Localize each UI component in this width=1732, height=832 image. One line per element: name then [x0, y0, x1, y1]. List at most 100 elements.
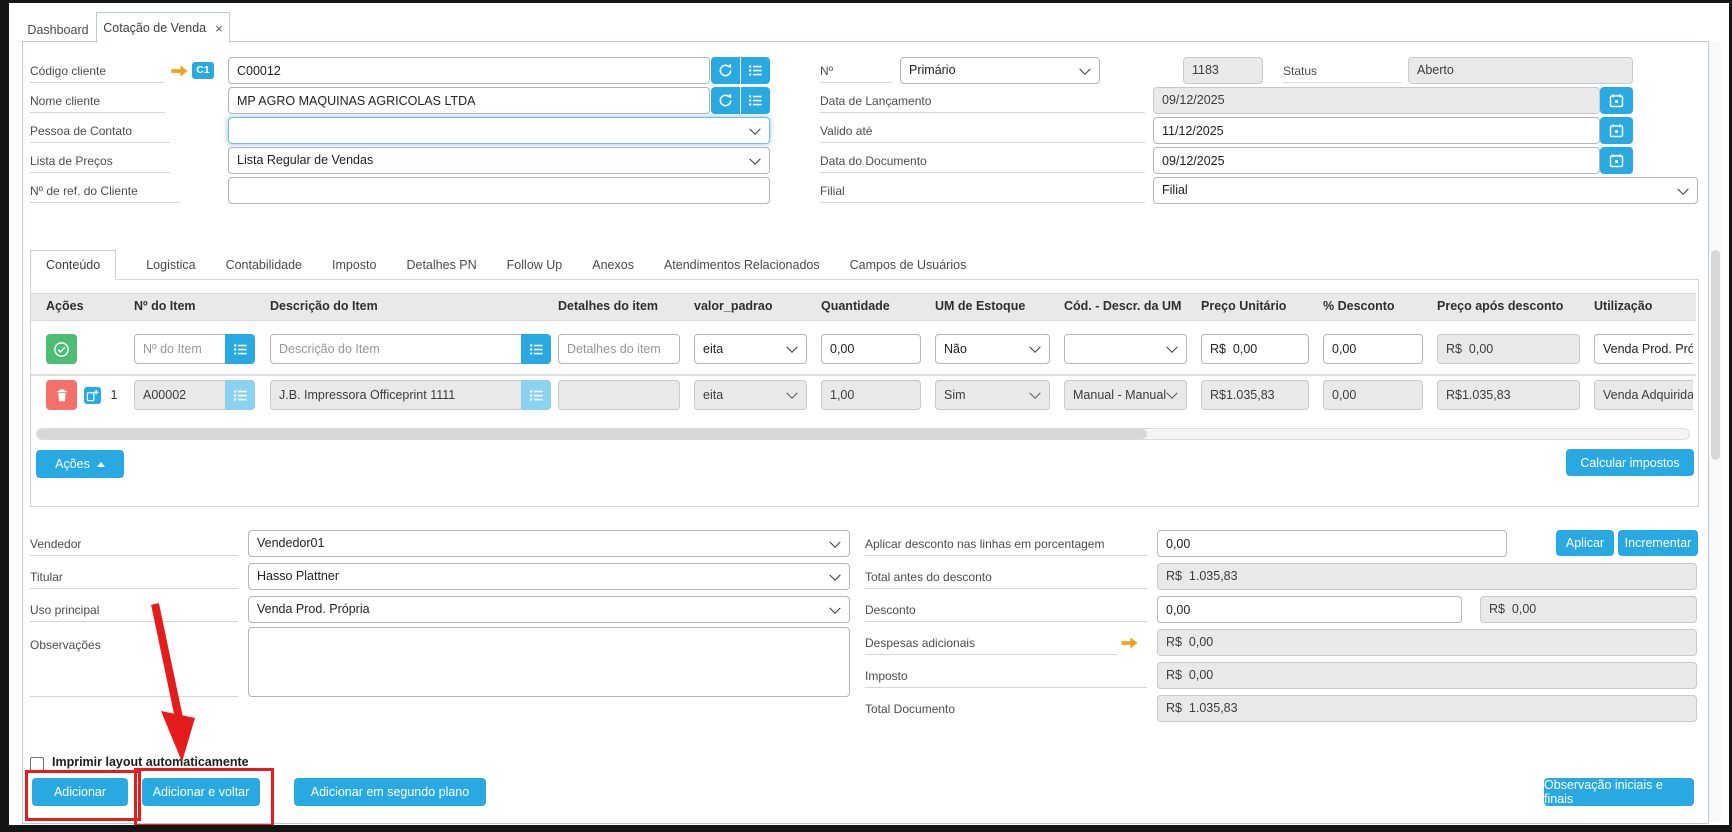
observacoes-textarea[interactable]	[248, 627, 850, 697]
tab-atendimentos-relacionados[interactable]: Atendimentos Relacionados	[664, 258, 820, 272]
entry-perc-desconto-input[interactable]	[1323, 334, 1423, 364]
ref-cliente-input[interactable]	[228, 177, 770, 204]
observacao-iniciais-finais-label: Observação iniciais e finais	[1544, 778, 1694, 806]
customer-badge: C1	[192, 62, 214, 79]
codigo-cliente-input[interactable]	[228, 57, 710, 84]
delete-row-button[interactable]	[46, 380, 77, 410]
entry-valor-padrao-select[interactable]: eita	[694, 334, 807, 364]
tab-cotacao-de-venda[interactable]: Cotação de Venda ×	[96, 12, 230, 43]
aplicar-desconto-label: Aplicar desconto nas linhas em porcentag…	[865, 534, 1147, 556]
acoes-button[interactable]: Ações	[36, 450, 124, 478]
entry-descricao-list-button[interactable]	[521, 334, 551, 364]
codigo-refresh-button[interactable]	[711, 57, 740, 84]
incrementar-button[interactable]: Incrementar	[1618, 530, 1698, 556]
list-icon	[748, 63, 763, 78]
row1-descricao-list-button[interactable]	[521, 380, 551, 410]
total-antes-field: R$ 1.035,83	[1157, 563, 1697, 590]
entry-descricao-input[interactable]	[270, 334, 522, 364]
filial-select[interactable]: Filial	[1153, 177, 1698, 204]
page-vertical-scrollbar-thumb[interactable]	[1711, 250, 1720, 460]
tab-contabilidade[interactable]: Contabilidade	[226, 258, 302, 272]
tab-detalhes-pn[interactable]: Detalhes PN	[406, 258, 476, 272]
valido-ate-input[interactable]	[1153, 117, 1600, 144]
entry-utilizacao-select[interactable]: Venda Prod. Própria	[1594, 334, 1693, 364]
entry-um-estoque-value: Não	[944, 342, 967, 356]
chevron-down-icon	[829, 569, 840, 580]
col-detalhes: Detalhes do item	[558, 293, 658, 319]
entry-item-list-button[interactable]	[225, 334, 255, 364]
codigo-cliente-label: Código cliente	[30, 61, 165, 83]
despesas-label: Despesas adicionais	[865, 633, 1117, 655]
refresh-icon	[718, 63, 733, 78]
calcular-impostos-button[interactable]: Calcular impostos	[1566, 449, 1694, 476]
total-documento-label: Total Documento	[865, 699, 1147, 721]
data-lancamento-label: Data de Lançamento	[820, 91, 1145, 113]
list-icon	[529, 342, 544, 357]
imposto-field: R$ 0,00	[1157, 662, 1697, 689]
entry-quantidade-input[interactable]	[821, 334, 921, 364]
data-lancamento-calendar-button[interactable]	[1600, 87, 1633, 114]
tab-dashboard[interactable]: Dashboard	[20, 18, 96, 42]
pessoa-contato-select[interactable]	[228, 117, 770, 144]
row1-preco-apos-field: R$1.035,83	[1437, 380, 1580, 410]
data-documento-input[interactable]	[1153, 147, 1600, 174]
nome-list-button[interactable]	[741, 87, 770, 114]
titular-label: Titular	[30, 567, 238, 589]
codigo-list-button[interactable]	[741, 57, 770, 84]
entry-um-estoque-select[interactable]: Não	[935, 334, 1050, 364]
imprimir-layout-checkbox[interactable]	[30, 757, 44, 771]
tab-campos-de-usuarios[interactable]: Campos de Usuários	[850, 258, 967, 272]
table-horizontal-scrollbar-thumb[interactable]	[37, 429, 1147, 439]
tab-conteudo[interactable]: Conteúdo	[30, 250, 116, 280]
row-divider	[31, 374, 1696, 376]
col-valor-padrao: valor_padrao	[694, 293, 773, 319]
list-icon	[529, 388, 544, 403]
observacao-iniciais-finais-button[interactable]: Observação iniciais e finais	[1544, 778, 1694, 806]
row1-valor-padrao-select: eita	[694, 380, 807, 410]
row1-preco-unitario-field: R$1.035,83	[1201, 380, 1309, 410]
col-perc-desconto: % Desconto	[1323, 293, 1395, 319]
caret-up-icon	[97, 462, 105, 467]
desconto-perc-input[interactable]	[1157, 596, 1462, 623]
link-arrow-icon[interactable]	[1120, 636, 1139, 650]
acoes-button-label: Ações	[55, 457, 90, 471]
row1-item-list-button[interactable]	[225, 380, 255, 410]
entry-item-input[interactable]	[134, 334, 226, 364]
entry-cod-um-select[interactable]	[1064, 334, 1187, 364]
numero-tipo-value: Primário	[909, 63, 956, 77]
vendedor-select[interactable]: Vendedor01	[248, 530, 850, 557]
lista-precos-select[interactable]: Lista Regular de Vendas	[228, 147, 770, 174]
nome-cliente-input[interactable]	[228, 87, 710, 114]
duplicate-row-button[interactable]	[84, 387, 101, 404]
imposto-label: Imposto	[865, 666, 1147, 688]
numero-tipo-select[interactable]: Primário	[900, 57, 1100, 84]
tab-logistica[interactable]: Logistica	[146, 258, 195, 272]
aplicar-button[interactable]: Aplicar	[1556, 530, 1614, 556]
confirm-row-button[interactable]	[46, 334, 77, 364]
entry-valor-padrao-value: eita	[703, 342, 723, 356]
nome-refresh-button[interactable]	[711, 87, 740, 114]
titular-select[interactable]: Hasso Plattner	[248, 563, 850, 590]
adicionar-segundo-plano-button[interactable]: Adicionar em segundo plano	[294, 778, 486, 806]
data-documento-calendar-button[interactable]	[1600, 147, 1633, 174]
trash-icon	[55, 388, 69, 403]
nome-cliente-label: Nome cliente	[30, 91, 165, 113]
row1-quantidade-field: 1,00	[821, 380, 921, 410]
uso-principal-select[interactable]: Venda Prod. Própria	[248, 596, 850, 623]
check-circle-icon	[53, 341, 70, 358]
total-antes-label: Total antes do desconto	[865, 567, 1147, 589]
aplicar-desconto-input[interactable]	[1157, 530, 1507, 557]
tab-anexos[interactable]: Anexos	[592, 258, 634, 272]
entry-detalhes-input[interactable]	[558, 334, 680, 364]
row1-um-estoque-select: Sim	[935, 380, 1050, 410]
calcular-impostos-label: Calcular impostos	[1580, 456, 1679, 470]
link-arrow-icon[interactable]	[170, 64, 189, 78]
uso-principal-value: Venda Prod. Própria	[257, 602, 370, 616]
row1-perc-desconto-field: 0,00	[1323, 380, 1423, 410]
chevron-down-icon	[1029, 388, 1040, 399]
tab-follow-up[interactable]: Follow Up	[507, 258, 563, 272]
close-icon[interactable]: ×	[215, 21, 223, 36]
entry-preco-unitario-input[interactable]	[1201, 334, 1309, 364]
tab-imposto[interactable]: Imposto	[332, 258, 376, 272]
valido-ate-calendar-button[interactable]	[1600, 117, 1633, 144]
